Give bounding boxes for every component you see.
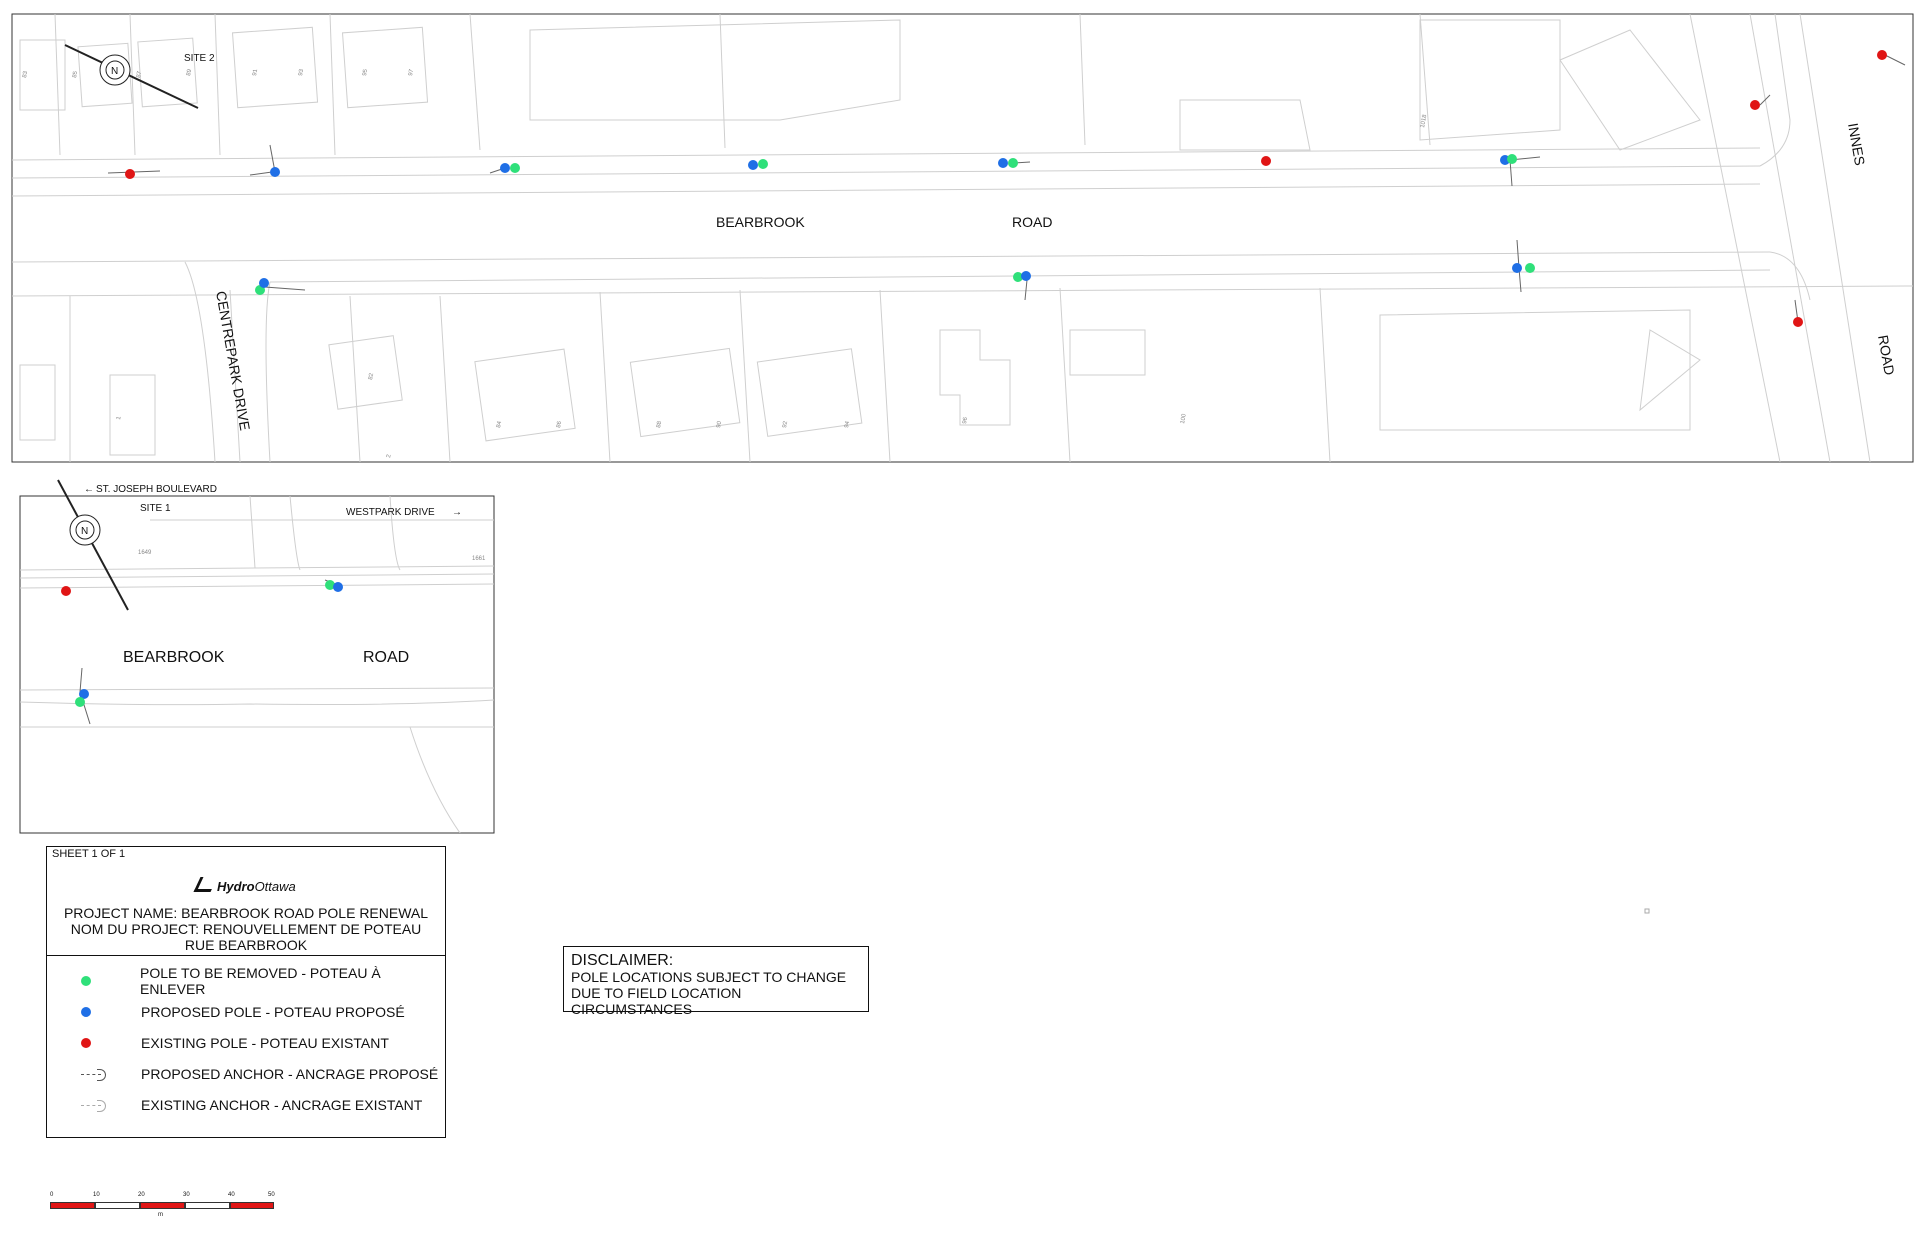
hydro-ottawa-logo: HydroOttawa <box>193 877 296 894</box>
pole-to-remove-marker <box>510 163 520 173</box>
street-label-westpark: WESTPARK DRIVE <box>346 507 435 518</box>
site2-frame <box>11 13 1914 463</box>
street-label-st-joseph: ST. JOSEPH BOULEVARD <box>96 484 217 495</box>
legend-item-existing-anchor: EXISTING ANCHOR - ANCRAGE EXISTANT <box>81 1089 445 1120</box>
scale-segment <box>95 1202 140 1209</box>
logo-mark-icon <box>193 877 218 892</box>
site1-label: SITE 1 <box>140 503 171 514</box>
legend-item-existing-pole: EXISTING POLE - POTEAU EXISTANT <box>81 1027 445 1058</box>
svg-text:N: N <box>81 526 88 537</box>
disclaimer-line: DUE TO FIELD LOCATION CIRCUMSTANCES <box>571 985 742 1017</box>
street-label-bearbrook: BEARBROOK <box>123 649 225 666</box>
existing-pole-marker <box>1750 100 1760 110</box>
lot-number: 1661 <box>472 556 486 562</box>
disclaimer-box: DISCLAIMER: POLE LOCATIONS SUBJECT TO CH… <box>563 946 869 1017</box>
scale-tick-label: 0 <box>50 1192 54 1198</box>
pole-to-remove-marker <box>758 159 768 169</box>
street-label-road: ROAD <box>1012 214 1052 230</box>
scale-segment <box>140 1202 185 1209</box>
pole-to-remove-marker <box>1525 263 1535 273</box>
legend: POLE TO BE REMOVED - POTEAU À ENLEVER PR… <box>81 965 445 1120</box>
scale-tick-label: 10 <box>93 1192 100 1198</box>
legend-item-pole-to-remove: POLE TO BE REMOVED - POTEAU À ENLEVER <box>81 965 445 997</box>
site2-label: SITE 2 <box>184 53 215 64</box>
pole-to-remove-marker <box>1008 158 1018 168</box>
scale-tick-label: 20 <box>138 1192 145 1198</box>
blue-dot-icon <box>81 1006 91 1017</box>
existing-pole-marker <box>1793 317 1803 327</box>
title-block: SHEET 1 OF 1 HydroOttawa PROJECT NAME: B… <box>46 846 446 1138</box>
street-label-bearbrook: BEARBROOK <box>716 214 805 230</box>
existing-anchor-icon <box>81 1099 106 1112</box>
lot-number: 1649 <box>138 550 152 556</box>
existing-pole-marker <box>1261 156 1271 166</box>
svg-text:N: N <box>111 66 118 77</box>
pole-to-remove-marker <box>75 697 85 707</box>
proposed-pole-marker <box>270 167 280 177</box>
sheet-number: SHEET 1 OF 1 <box>52 848 126 860</box>
existing-pole-marker <box>1877 50 1887 60</box>
proposed-anchor-icon <box>81 1068 106 1081</box>
scale-bar: 0 10 20 30 40 50 m <box>50 1192 275 1220</box>
proposed-pole-marker <box>500 163 510 173</box>
red-dot-icon <box>81 1037 91 1048</box>
proposed-pole-marker <box>333 582 343 592</box>
proposed-pole-marker <box>748 160 758 170</box>
scale-segment <box>185 1202 230 1209</box>
project-name: PROJECT NAME: BEARBROOK ROAD POLE RENEWA… <box>47 905 445 953</box>
project-name-fr-2: RUE BEARBROOK <box>184 937 308 953</box>
project-name-en: PROJECT NAME: BEARBROOK ROAD POLE RENEWA… <box>63 905 429 921</box>
arrow-left-icon: ← <box>84 484 94 495</box>
existing-pole-marker <box>125 169 135 179</box>
legend-item-proposed-pole: PROPOSED POLE - POTEAU PROPOSÉ <box>81 996 445 1027</box>
scale-tick-label: 40 <box>228 1192 235 1198</box>
proposed-pole-marker <box>1021 271 1031 281</box>
scale-segment <box>230 1202 274 1209</box>
drawing-artifact <box>1644 908 1650 914</box>
scale-segment <box>50 1202 95 1209</box>
project-name-fr: NOM DU PROJECT: RENOUVELLEMENT DE POTEAU <box>70 921 422 937</box>
scale-tick-label: 50 <box>268 1192 275 1198</box>
legend-item-proposed-anchor: PROPOSED ANCHOR - ANCRAGE PROPOSÉ <box>81 1058 445 1089</box>
disclaimer-heading: DISCLAIMER: <box>571 952 674 969</box>
scale-unit: m <box>158 1212 163 1218</box>
disclaimer-line: POLE LOCATIONS SUBJECT TO CHANGE <box>571 969 847 985</box>
pole-to-remove-marker <box>1507 154 1517 164</box>
divider <box>47 955 445 956</box>
green-dot-icon <box>81 975 91 986</box>
existing-pole-marker <box>61 586 71 596</box>
site1-frame <box>19 495 495 834</box>
proposed-pole-marker <box>1512 263 1522 273</box>
proposed-pole-marker <box>259 278 269 288</box>
street-label-road: ROAD <box>363 649 409 666</box>
arrow-right-icon: → <box>452 507 462 518</box>
proposed-pole-marker <box>998 158 1008 168</box>
scale-tick-label: 30 <box>183 1192 190 1198</box>
